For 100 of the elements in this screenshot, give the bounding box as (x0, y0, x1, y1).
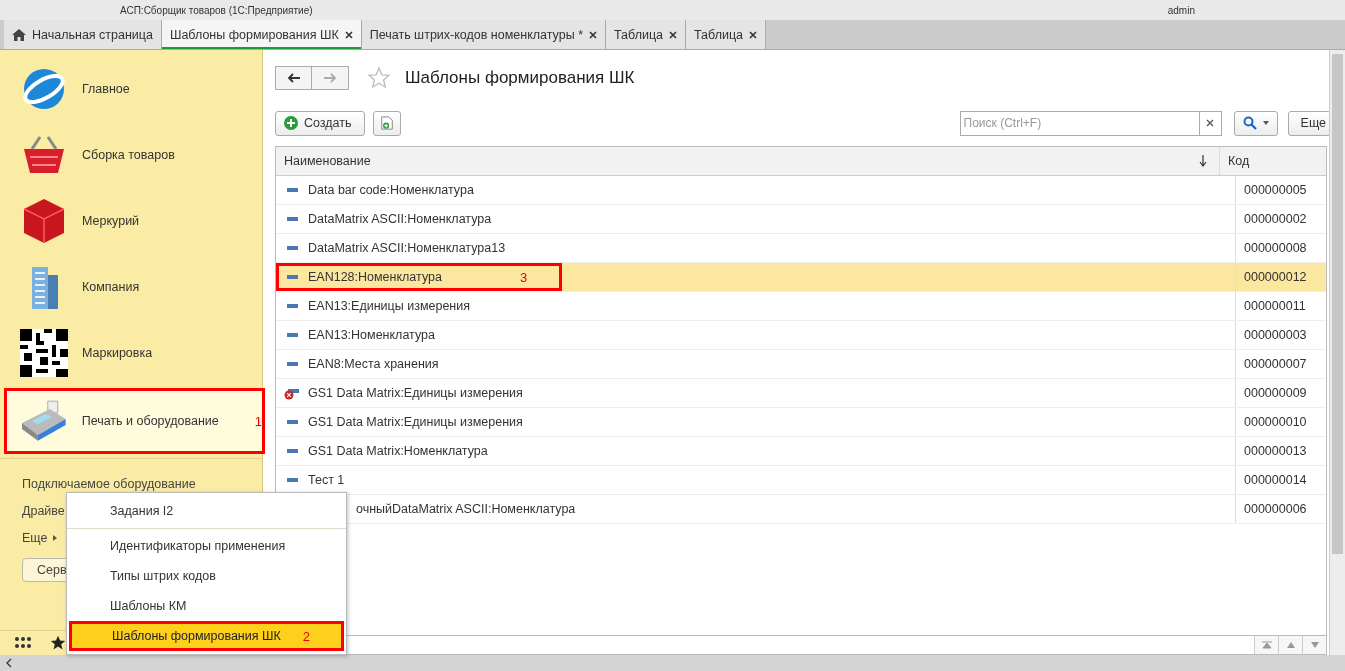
column-header[interactable]: Код (1220, 147, 1326, 175)
star-icon[interactable] (50, 635, 66, 651)
table-row[interactable]: EAN13:Номенклатура 000000003 (276, 321, 1326, 350)
tab[interactable]: Таблица (606, 20, 687, 49)
table-cell: 000000007 (1244, 357, 1307, 371)
sidebar-section[interactable]: Сборка товаров (0, 122, 262, 188)
up-triangle-icon (1285, 641, 1296, 649)
annotation-number: 2 (302, 628, 310, 644)
table-row[interactable]: GS1 Data Matrix:Единицы измерения 000000010 (276, 408, 1326, 437)
sort-arrow-icon (1199, 155, 1207, 167)
more-button[interactable]: Еще (1287, 110, 1331, 136)
table-cell: GS1 Data Matrix:Единицы измерения (308, 415, 523, 429)
qr-code-icon (20, 329, 68, 377)
search-icon (1242, 116, 1257, 130)
item-icon (284, 332, 300, 338)
table-cell: 000000013 (1244, 444, 1307, 458)
menu-item[interactable]: Идентификаторы применения (67, 531, 346, 561)
table-row[interactable]: DataMatrix ASCII:Номенклатура13 000000008 (276, 234, 1326, 263)
page-up-button[interactable] (1278, 636, 1302, 654)
item-icon (284, 216, 300, 222)
table-row[interactable]: DataMatrix ASCII:Номенклатура 000000002 (276, 205, 1326, 234)
table-row[interactable]: GS1 Data Matrix:Номенклатура 000000013 (276, 437, 1326, 466)
item-icon (284, 303, 300, 309)
sidebar-section[interactable]: Меркурий (0, 188, 262, 254)
item-icon (284, 274, 300, 280)
table-cell: 000000002 (1244, 212, 1307, 226)
back-arrow-icon (286, 73, 301, 83)
table-cell: DataMatrix ASCII:Номенклатура13 (308, 241, 506, 255)
table-row[interactable]: Data bar code:Номенклатура 000000005 (276, 176, 1326, 205)
page-title: Шаблоны формирования ШК (405, 68, 635, 88)
sidebar-section[interactable]: Печать и оборудование 1 (4, 388, 265, 454)
table-cell: GS1 Data Matrix:Единицы измерения (308, 386, 523, 400)
table-cell: Data bar code:Номенклатура (308, 183, 474, 197)
item-icon (284, 448, 300, 454)
column-header[interactable]: Наименование (276, 147, 1220, 175)
plus-circle-icon (284, 116, 298, 130)
sidebar-section[interactable]: Главное (0, 56, 262, 122)
table-cell: Тест 1 (308, 473, 345, 487)
menu-item[interactable]: Шаблоны формирования ШК 2 (69, 621, 344, 651)
annotation-number: 1 (254, 413, 262, 429)
annotation-number: 3 (519, 269, 528, 285)
close-icon[interactable] (669, 30, 678, 39)
item-icon (284, 245, 300, 251)
home-icon (12, 28, 26, 41)
table-cell: 000000009 (1244, 386, 1307, 400)
table-cell: EAN13:Единицы измерения (308, 299, 470, 313)
table-cell: DataMatrix ASCII:Номенклатура (308, 212, 492, 226)
item-icon (284, 361, 300, 367)
table-cell: 000000014 (1244, 473, 1307, 487)
table-cell: 000000011 (1244, 299, 1306, 313)
table-row[interactable]: EAN128:Номенклатура 3 000000012 (276, 263, 1326, 292)
first-page-button[interactable] (1254, 636, 1278, 654)
table-row[interactable]: EAN13:Единицы измерения 000000011 (276, 292, 1326, 321)
horizontal-scrollbar[interactable] (0, 655, 1345, 671)
table-cell: очныйDataMatrix ASCII:Номенклатура (356, 502, 576, 516)
tab[interactable]: Шаблоны формирования ШК (161, 20, 362, 49)
tab[interactable]: Таблица (686, 20, 767, 49)
down-triangle-icon (1309, 641, 1320, 649)
deleted-item-icon (284, 386, 300, 400)
apps-grid-icon[interactable] (14, 637, 32, 649)
item-icon (284, 419, 300, 425)
tab[interactable]: Начальная страница (4, 20, 162, 49)
window-title: АСП:Сборщик товаров (1С:Предприятие) (120, 4, 313, 16)
sidebar-link[interactable]: Подключаемое оборудование (22, 477, 196, 491)
search-field[interactable]: Поиск (Ctrl+F) (959, 110, 1200, 136)
item-icon (284, 187, 300, 193)
favorite-star-icon[interactable] (367, 66, 391, 90)
scroll-left-icon[interactable] (6, 658, 12, 668)
table-cell: 000000008 (1244, 241, 1307, 255)
more-link[interactable]: Еще (22, 531, 58, 545)
page-down-button[interactable] (1302, 636, 1326, 654)
copy-button[interactable] (372, 110, 401, 136)
sidebar-section[interactable]: Компания (0, 254, 262, 320)
table-cell: EAN13:Номенклатура (308, 328, 435, 342)
sidebar-link[interactable]: Драйве (22, 504, 65, 518)
tab[interactable]: Печать штрих-кодов номенклатуры * (361, 20, 606, 49)
menu-item[interactable]: Задания I2 (67, 496, 346, 529)
item-icon (284, 477, 300, 483)
table-cell: 000000005 (1244, 183, 1307, 197)
close-icon[interactable] (344, 30, 353, 39)
table-cell: 000000006 (1244, 502, 1307, 516)
user-name[interactable]: admin (1167, 4, 1195, 16)
table-cell: EAN8:Места хранения (308, 357, 439, 371)
table-row[interactable]: EAN8:Места хранения 000000007 (276, 350, 1326, 379)
create-button[interactable]: Создать (275, 110, 365, 136)
document-add-icon (379, 116, 394, 130)
first-icon (1261, 641, 1272, 649)
vertical-scrollbar[interactable] (1329, 50, 1345, 655)
close-icon[interactable] (749, 30, 758, 39)
table-cell: GS1 Data Matrix:Номенклатура (308, 444, 488, 458)
menu-item[interactable]: Шаблоны КМ (67, 591, 346, 621)
forward-arrow-icon (323, 73, 337, 83)
search-button[interactable] (1233, 110, 1278, 136)
table-cell: 000000003 (1244, 328, 1307, 342)
table-row[interactable]: GS1 Data Matrix:Единицы измерения 000000009 (276, 379, 1326, 408)
sidebar-section[interactable]: Маркировка (0, 320, 262, 386)
table-cell: EAN128:Номенклатура (308, 270, 442, 284)
back-button[interactable] (275, 66, 312, 90)
table-cell: 000000010 (1244, 415, 1307, 429)
close-icon[interactable] (589, 30, 597, 39)
